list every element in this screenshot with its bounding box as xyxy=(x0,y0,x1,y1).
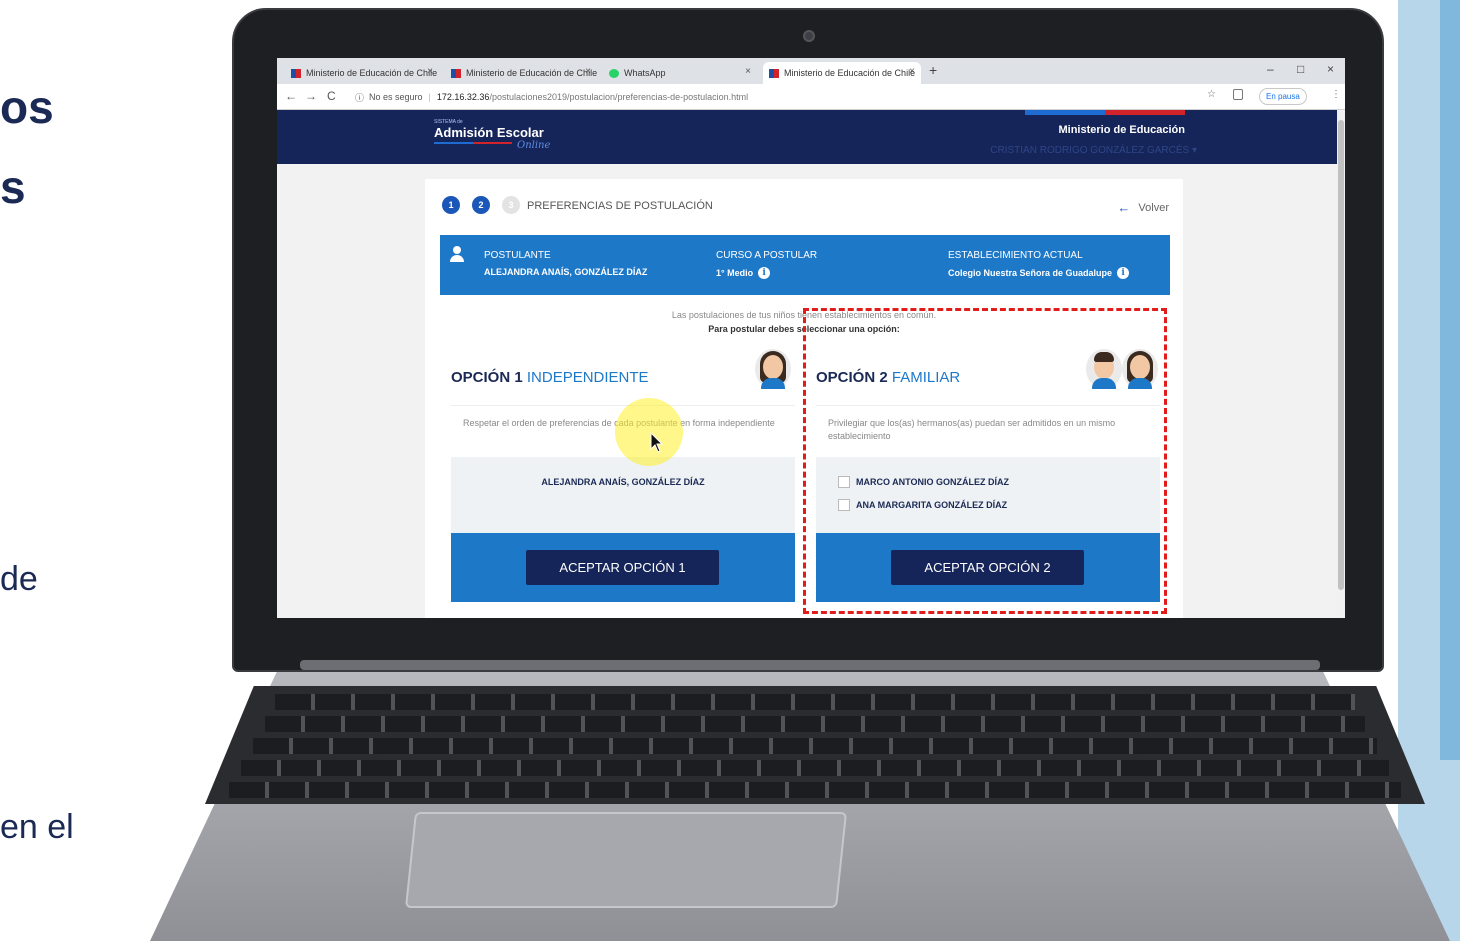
option-1-title: OPCIÓN 1 INDEPENDIENTE xyxy=(451,369,649,386)
school-value: Colegio Nuestra Señora de Guadalupe i xyxy=(948,267,1130,279)
webcam-icon xyxy=(803,30,815,42)
slide-heading-fragment-1: os xyxy=(0,81,54,133)
step-3-indicator: 3 xyxy=(502,196,520,214)
info-icon: ⓘ xyxy=(355,92,365,103)
laptop-touchpad xyxy=(404,812,848,908)
browser-tab-strip: Ministerio de Educación de Chile × Minis… xyxy=(277,58,1345,84)
maximize-button[interactable]: □ xyxy=(1297,62,1304,76)
page-title: PREFERENCIAS DE POSTULACIÓN xyxy=(527,200,713,212)
site-logo[interactable]: Admisión Escolar xyxy=(434,125,544,140)
option-1-student-list: ALEJANDRA ANAÍS, GONZÁLEZ DÍAZ xyxy=(451,457,795,533)
sync-paused-button[interactable]: En pausa xyxy=(1259,88,1307,105)
cursor-highlight xyxy=(615,398,683,466)
browser-tab-3[interactable]: WhatsApp × xyxy=(603,62,757,84)
laptop-keyboard xyxy=(205,686,1425,804)
tab-label: Ministerio de Educación de Chile xyxy=(306,68,438,78)
girl-avatar-icon xyxy=(755,349,791,389)
info-icon[interactable]: i xyxy=(1117,267,1130,279)
close-tab-icon[interactable]: × xyxy=(909,66,915,77)
slide-heading-fragment-2: s xyxy=(0,161,26,213)
student-name: ALEJANDRA ANAÍS, GONZÁLEZ DÍAZ xyxy=(541,477,705,487)
user-menu[interactable]: CRISTIAN RODRIGO GONZÁLEZ GARCÉS ▾ xyxy=(990,145,1197,156)
step-2-indicator: 2 xyxy=(472,196,490,214)
decorative-side-stripe xyxy=(1440,0,1460,760)
person-icon xyxy=(450,246,464,262)
laptop-hinge xyxy=(300,660,1320,670)
browser-menu-icon[interactable]: ⋮ xyxy=(1331,89,1341,100)
mineduc-favicon-icon xyxy=(769,68,779,78)
browser-tab-1[interactable]: Ministerio de Educación de Chile × xyxy=(285,62,439,84)
tab-label: WhatsApp xyxy=(624,68,666,78)
slide-body-fragment-1: de xyxy=(0,560,38,598)
school-label: ESTABLECIMIENTO ACTUAL xyxy=(948,250,1083,261)
back-arrow-icon[interactable]: ← xyxy=(285,89,297,103)
url-host: 172.16.32.36 xyxy=(436,92,490,102)
browser-tab-4-active[interactable]: Ministerio de Educación de Chile × xyxy=(763,62,921,84)
back-arrow-icon: ← xyxy=(1117,200,1131,215)
bookmark-star-icon[interactable]: ☆ xyxy=(1207,89,1216,100)
whatsapp-favicon-icon xyxy=(609,68,619,78)
option-2-highlight-frame xyxy=(803,308,1167,614)
reload-icon[interactable]: C xyxy=(327,89,336,103)
page-scrollbar[interactable] xyxy=(1337,110,1345,618)
url-path: /postulaciones2019/postulacion/preferenc… xyxy=(489,92,749,102)
browser-tab-2[interactable]: Ministerio de Educación de Chile × xyxy=(445,62,597,84)
mouse-cursor-icon xyxy=(650,432,664,453)
option-1-footer: ACEPTAR OPCIÓN 1 xyxy=(451,533,795,602)
close-tab-icon[interactable]: × xyxy=(427,66,433,77)
url-field[interactable]: ⓘ No es seguro | 172.16.32.36 /postulaci… xyxy=(355,87,1215,107)
flag-stripe xyxy=(1025,110,1185,115)
applicant-label: POSTULANTE xyxy=(484,250,551,261)
tab-label: Ministerio de Educación de Chile xyxy=(784,68,916,78)
extension-icon[interactable] xyxy=(1233,89,1243,100)
logo-underline xyxy=(434,142,512,144)
logo-online: Online xyxy=(517,140,551,151)
slide-canvas: os s de en el Ministerio de Educación de… xyxy=(0,0,1460,941)
option-1-panel: OPCIÓN 1 INDEPENDIENTE Respetar el orden… xyxy=(451,349,795,602)
course-value: 1° Medio i xyxy=(716,267,771,279)
back-link[interactable]: ← Volver xyxy=(1117,200,1169,215)
forward-arrow-icon[interactable]: → xyxy=(305,89,317,103)
browser-address-bar: ← → C ⓘ No es seguro | 172.16.32.36 /pos… xyxy=(277,84,1345,110)
back-label: Volver xyxy=(1138,201,1169,214)
mineduc-favicon-icon xyxy=(291,68,301,78)
ministry-label: Ministerio de Educación xyxy=(1058,124,1185,136)
accept-option-1-button[interactable]: ACEPTAR OPCIÓN 1 xyxy=(526,550,719,585)
applicant-summary-bar: POSTULANTE ALEJANDRA ANAÍS, GONZÁLEZ DÍA… xyxy=(440,235,1170,295)
slide-body-fragment-2: en el xyxy=(0,808,74,846)
tab-label: Ministerio de Educación de Chile xyxy=(466,68,597,78)
scrollbar-thumb[interactable] xyxy=(1338,120,1344,590)
step-1-indicator: 1 xyxy=(442,196,460,214)
security-label: No es seguro xyxy=(369,92,423,102)
course-label: CURSO A POSTULAR xyxy=(716,250,818,261)
info-icon[interactable]: i xyxy=(758,267,771,279)
site-header: SISTEMA de Admisión Escolar Online Minis… xyxy=(277,110,1337,164)
mineduc-favicon-icon xyxy=(451,68,461,78)
applicant-value: ALEJANDRA ANAÍS, GONZÁLEZ DÍAZ xyxy=(484,267,648,277)
close-tab-icon[interactable]: × xyxy=(745,66,751,77)
new-tab-button[interactable]: + xyxy=(929,62,937,78)
close-window-button[interactable]: × xyxy=(1327,62,1334,76)
close-tab-icon[interactable]: × xyxy=(585,66,591,77)
minimize-button[interactable]: – xyxy=(1267,62,1274,76)
